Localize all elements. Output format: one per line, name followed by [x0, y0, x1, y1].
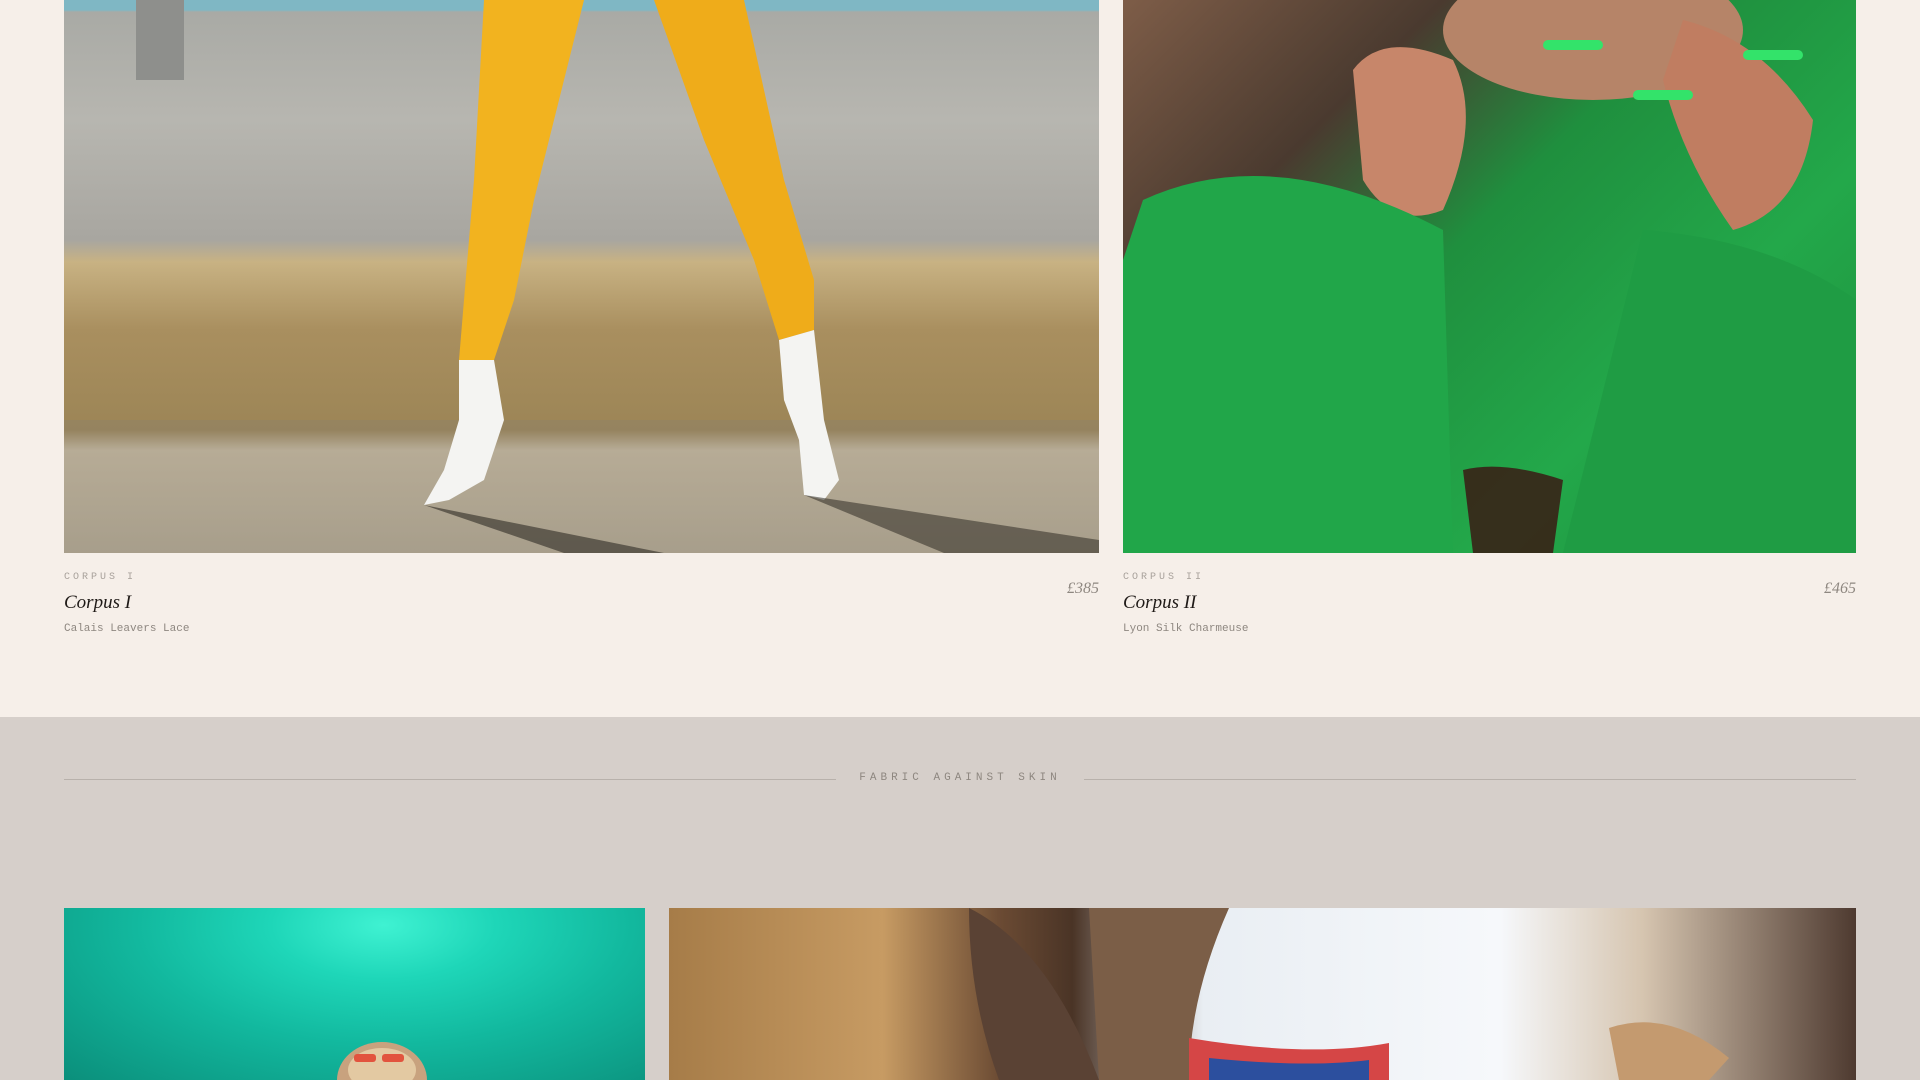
product-name[interactable]: Corpus I — [64, 592, 1099, 614]
editorial-image-tshirt[interactable] — [669, 908, 1856, 1080]
product-eyebrow: CORPUS II — [1123, 572, 1205, 583]
product-price: £385 — [1067, 580, 1099, 597]
editorial-image-teal[interactable] — [64, 908, 645, 1080]
product-eyebrow: CORPUS I — [64, 572, 137, 583]
photo-teal-portrait — [337, 1042, 427, 1080]
product-grid: CORPUS I Corpus I Calais Leavers Lace £3… — [0, 0, 1920, 717]
photo-white-tshirt — [969, 908, 1729, 1080]
product-fabric: Calais Leavers Lace — [64, 623, 190, 635]
product-card-corpus-ii[interactable]: CORPUS II Corpus II Lyon Silk Charmeuse … — [1123, 572, 1856, 635]
product-price: £465 — [1824, 580, 1856, 597]
photo-green-hoodie — [1123, 0, 1856, 553]
page: CORPUS I Corpus I Calais Leavers Lace £3… — [0, 0, 1920, 1080]
section-title: FABRIC AGAINST SKIN — [859, 772, 1061, 784]
divider-line-right — [1084, 779, 1856, 780]
photo-yellow-trousers — [64, 0, 1099, 553]
section-divider: FABRIC AGAINST SKIN — [64, 772, 1856, 786]
product-image-corpus-ii[interactable] — [1123, 0, 1856, 553]
fabric-against-skin-section: FABRIC AGAINST SKIN — [0, 717, 1920, 1080]
product-name[interactable]: Corpus II — [1123, 592, 1856, 614]
product-fabric: Lyon Silk Charmeuse — [1123, 623, 1249, 635]
product-image-corpus-i[interactable] — [64, 0, 1099, 553]
product-card-corpus-i[interactable]: CORPUS I Corpus I Calais Leavers Lace £3… — [64, 572, 1099, 635]
